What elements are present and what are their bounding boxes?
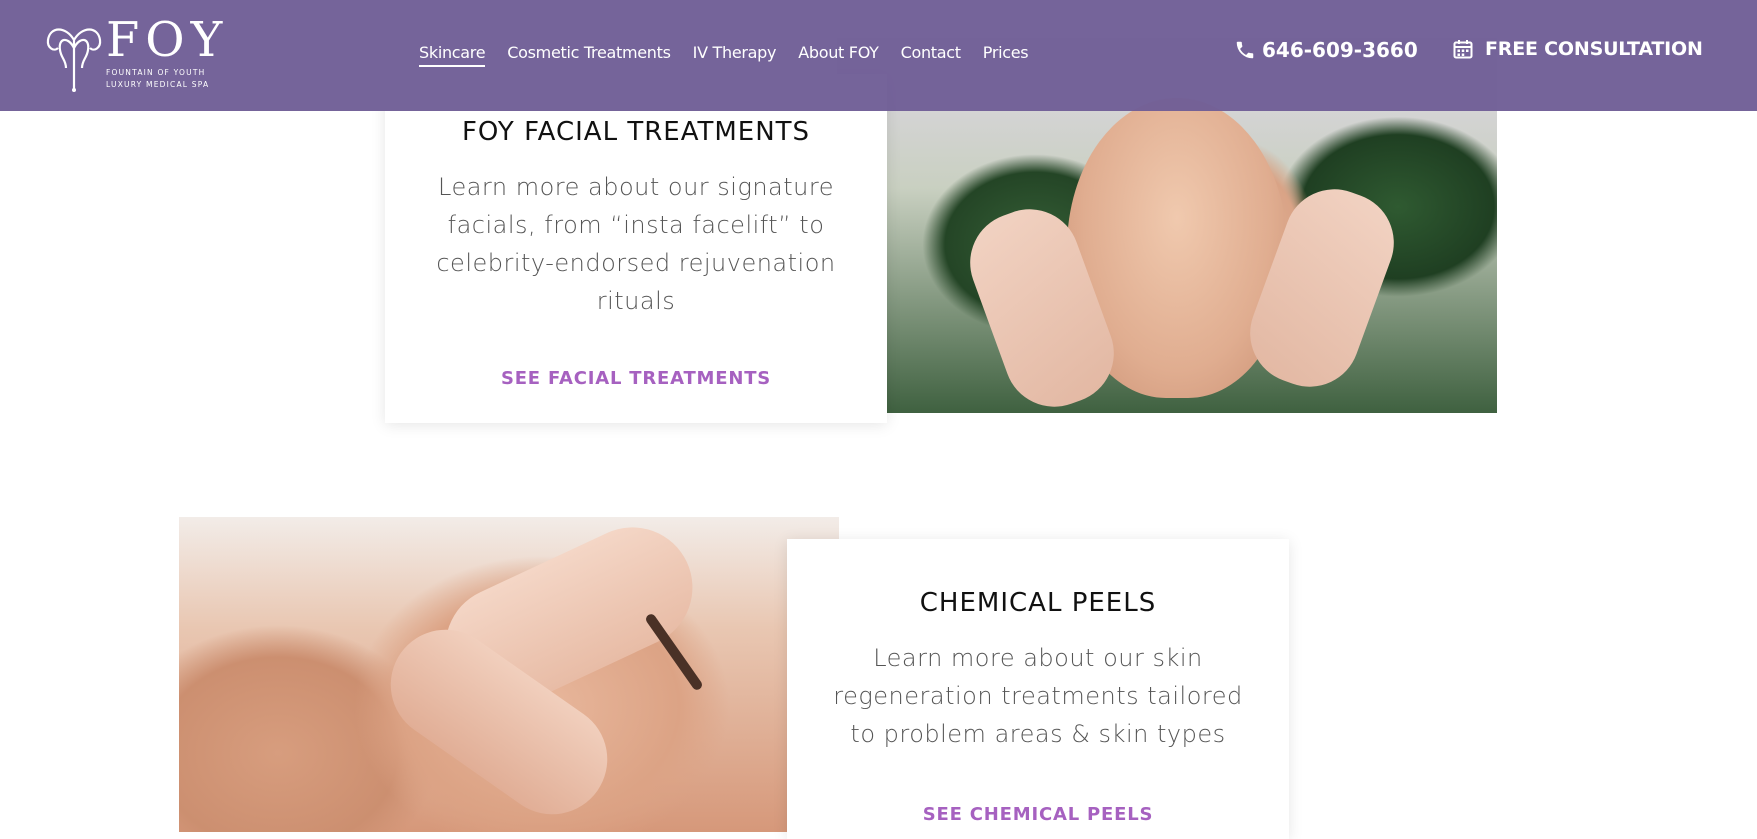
nav-item-skincare[interactable]: Skincare [419,43,486,67]
see-facial-treatments-link[interactable]: SEE FACIAL TREATMENTS [385,368,887,389]
chemical-peels-card: CHEMICAL PEELS Learn more about our skin… [787,539,1289,839]
nav-item-cosmetic-treatments[interactable]: Cosmetic Treatments [507,43,671,67]
nav-item-about-foy[interactable]: About FOY [798,43,879,67]
brand-tagline-2: LUXURY MEDICAL SPA [106,80,210,89]
site-header: FOY FOUNTAIN OF YOUTH LUXURY MEDICAL SPA… [0,0,1757,111]
brand-tagline-1: FOUNTAIN OF YOUTH [106,68,206,77]
facial-treatments-description: Learn more about our signature facials, … [436,173,836,315]
main-nav: Skincare Cosmetic Treatments IV Therapy … [419,43,1029,67]
fountain-logo-icon [46,28,102,92]
facial-treatments-card: FOY FACIAL TREATMENTS Learn more about o… [385,74,887,423]
calendar-icon [1453,40,1473,59]
nav-item-iv-therapy[interactable]: IV Therapy [693,43,777,67]
phone-link[interactable]: 646-609-3660 [1234,38,1418,62]
chemical-peels-photo [179,517,839,832]
brand-name: FOY [106,12,229,68]
phone-icon [1236,41,1254,59]
see-chemical-peels-link[interactable]: SEE CHEMICAL PEELS [787,804,1289,825]
nav-item-prices[interactable]: Prices [983,43,1029,67]
free-consultation-label: FREE CONSULTATION [1485,38,1703,60]
phone-number: 646-609-3660 [1262,38,1418,62]
brand-logo[interactable]: FOY FOUNTAIN OF YOUTH LUXURY MEDICAL SPA [44,12,234,94]
nav-item-contact[interactable]: Contact [901,43,961,67]
chemical-peels-title: CHEMICAL PEELS [919,588,1157,618]
free-consultation-button[interactable]: FREE CONSULTATION [1453,38,1703,60]
chemical-peels-description: Learn more about our skin regeneration t… [833,644,1243,748]
facial-treatments-title: FOY FACIAL TREATMENTS [461,117,811,147]
